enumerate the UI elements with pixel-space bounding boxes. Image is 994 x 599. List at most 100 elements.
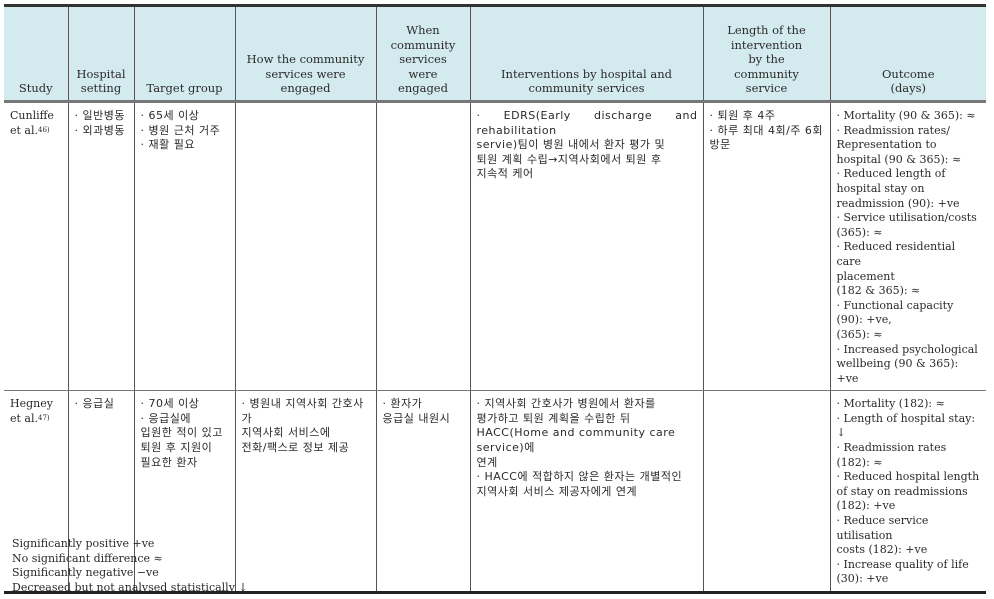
cell-how-engaged: · 병원내 지역사회 간호사가 지역사회 서비스에 전화/팩스로 정보 제공 [234, 390, 377, 594]
hospital-setting-line: · 외과병동 [74, 123, 125, 137]
outcome-line: (365): ≈ [836, 225, 883, 239]
how-engaged-line: 지역사회 서비스에 [241, 426, 331, 440]
legend-item: No significant difference ≈ [12, 551, 163, 565]
outcome-line: · Reduce service utilisation [836, 514, 929, 542]
how-engaged-line: 전화/팩스로 정보 제공 [241, 441, 350, 455]
reference-number: 46) [38, 125, 50, 134]
outcome-line: readmission (90): +ve [836, 196, 960, 210]
interventions-line: 지역사회 서비스 제공자에게 연계 [476, 484, 638, 498]
outcome-line: · Reduced hospital length [836, 470, 980, 484]
outcome-line: (182 & 365): ≈ [836, 284, 921, 298]
legend-item: Decreased but not analysed statistically… [12, 580, 248, 594]
header-line: engaged [398, 81, 448, 96]
legend: Significantly positive +ve No significant… [12, 537, 248, 595]
header-line: Target group [146, 81, 223, 96]
comparison-table: Study Hospital setting Target group How the … [4, 4, 986, 594]
length-line: · 퇴원 후 4주 [709, 109, 776, 122]
interventions-line: 연계 [476, 455, 498, 469]
header-study: Study [4, 4, 69, 103]
reference-number: 47) [38, 413, 50, 422]
outcome-line: hospital (90 & 365): ≈ [836, 152, 962, 166]
header-line: community [734, 66, 799, 81]
outcome-line: hospital stay on [836, 181, 925, 195]
header-line: (days) [890, 81, 927, 96]
header-line: service [745, 81, 788, 96]
study-line: et al.46) [10, 124, 63, 139]
study-line: Hegney [10, 397, 63, 412]
length-line: 방문 [709, 138, 731, 152]
study-text: et al. [10, 123, 38, 137]
table-row: Cunliffe et al.46) · 일반병동 · 외과병동 · 65세 이상 · 병… [4, 101, 986, 392]
outcome-line: · Increased psychological [836, 342, 978, 356]
header-line: were [408, 66, 438, 81]
outcome-line: · Mortality (90 & 365): ≈ [836, 109, 976, 122]
target-group-line: · 70세 이상 [140, 397, 200, 411]
interventions-line: · EDRS(Early discharge and rehabilitatio… [476, 109, 698, 137]
how-engaged-line: · 병원내 지역사회 간호사가 [241, 397, 364, 425]
cell-interventions: · 지역사회 간호사가 병원에서 환자를 평가하고 퇴원 계획을 수립한 뒤 HAC… [469, 390, 704, 594]
study-line: et al.47) [10, 412, 63, 427]
header-line: community [390, 37, 456, 52]
outcome-line: · Readmission rates (182): ≈ [836, 441, 947, 469]
outcome-line: Representation to [836, 138, 937, 152]
cell-outcome: · Mortality (182): ≈ · Length of hospital… [829, 390, 986, 594]
hospital-setting-line: · 일반병동 [74, 109, 125, 122]
outcome-line: · Functional capacity [836, 298, 954, 312]
cell-length: · 퇴원 후 4주 · 하루 최대 4회/주 6회 방문 [702, 101, 831, 392]
header-line: How the community [246, 52, 365, 67]
target-group-line: 퇴원 후 지원이 [140, 441, 213, 455]
outcome-line: wellbeing (90 & 365): +ve [836, 357, 959, 385]
legend-item: Significantly positive +ve [12, 537, 155, 550]
target-group-line: · 65세 이상 [140, 109, 200, 122]
cell-study: Cunliffe et al.46) [4, 101, 69, 392]
target-group-line: 필요한 환자 [140, 455, 198, 469]
cell-how-engaged [234, 101, 377, 392]
target-group-line: · 병원 근처 거주 [140, 123, 221, 137]
header-hospital-setting: Hospital setting [67, 4, 135, 103]
header-line: Outcome [881, 66, 935, 81]
interventions-line: · 지역사회 간호사가 병원에서 환자를 [476, 397, 656, 411]
header-line: Length of the [727, 23, 806, 38]
interventions-line: 평가하고 퇴원 계획을 수립한 뒤 [476, 411, 631, 425]
interventions-line: servie)팀이 병원 내에서 환자 평가 및 [476, 138, 666, 152]
outcome-line: (365): ≈ [836, 327, 883, 341]
header-length: Length of the intervention by the community… [702, 4, 831, 103]
cell-hospital-setting: · 일반병동 · 외과병동 [67, 101, 135, 392]
legend-item: Significantly negative −ve [12, 566, 159, 580]
header-line: Interventions by hospital and [501, 66, 672, 81]
cell-when-engaged [375, 101, 471, 392]
header-line: services [399, 52, 447, 67]
cell-length [702, 390, 831, 594]
outcome-line: · Increase quality of life [836, 557, 969, 571]
outcome-line: · Mortality (182): ≈ [836, 397, 945, 411]
header-outcome: Outcome (days) [829, 4, 986, 103]
study-text: et al. [10, 411, 38, 425]
header-line: setting [80, 81, 122, 96]
cell-outcome: · Mortality (90 & 365): ≈ · Readmission r… [829, 101, 986, 392]
outcome-line: · Readmission rates/ [836, 123, 950, 137]
header-line: services were [265, 66, 346, 81]
interventions-line: 지속적 케어 [476, 167, 534, 181]
header-line: community services [528, 81, 645, 96]
header-line: engaged [280, 81, 331, 96]
when-engaged-line: · 환자가 [382, 397, 423, 411]
outcome-line: · Length of hospital stay: ↓ [836, 411, 976, 440]
header-target-group: Target group [133, 4, 236, 103]
interventions-line: 퇴원 계획 수립→지역사회에서 퇴원 후 [476, 152, 662, 166]
outcome-line: · Reduced length of [836, 167, 946, 181]
length-line: · 하루 최대 4회/주 6회 [709, 123, 824, 137]
outcome-line: (30): +ve [836, 572, 889, 586]
study-text: Hegney [10, 397, 53, 411]
cell-interventions: · EDRS(Early discharge and rehabilitatio… [469, 101, 704, 392]
header-line: intervention [730, 37, 803, 52]
header-when-engaged: When community services were engaged [375, 4, 471, 103]
outcome-line: placement [836, 269, 895, 283]
header-row: Study Hospital setting Target group How the … [4, 4, 986, 103]
target-group-line: · 응급실에 [140, 411, 191, 425]
outcome-line: · Service utilisation/costs [836, 211, 977, 225]
interventions-line: · HACC에 적합하지 않은 환자는 개별적인 [476, 470, 683, 484]
header-line: Hospital [76, 66, 126, 81]
header-how-engaged: How the community services were engaged [234, 4, 377, 103]
target-group-line: · 재활 필요 [140, 138, 195, 152]
outcome-line: (90): +ve, [836, 313, 892, 327]
